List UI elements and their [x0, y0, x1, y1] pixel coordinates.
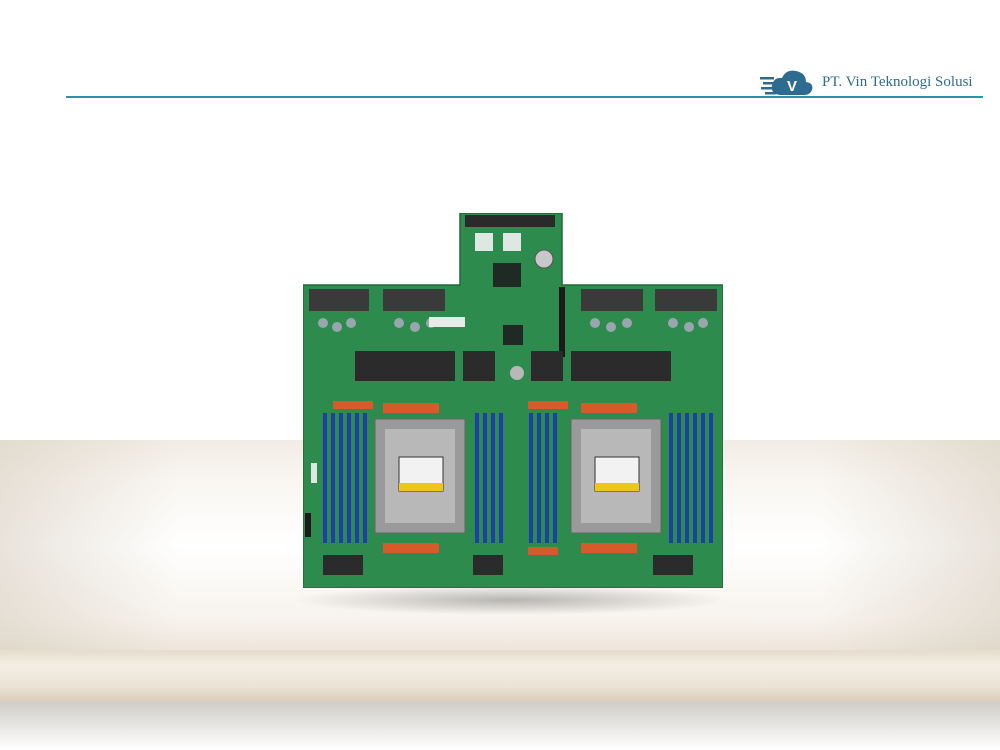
brand-logo-block: V PT. Vin Teknologi Solusi — [760, 64, 973, 100]
cloud-logo-icon: V — [760, 70, 813, 95]
brand-name: PT. Vin Teknologi Solusi — [822, 73, 973, 90]
logo-letter: V — [787, 78, 797, 95]
shelf-shadow — [0, 702, 1000, 750]
motherboard-image — [303, 213, 723, 588]
shelf-edge — [0, 650, 1000, 702]
board-shadow — [290, 585, 730, 615]
